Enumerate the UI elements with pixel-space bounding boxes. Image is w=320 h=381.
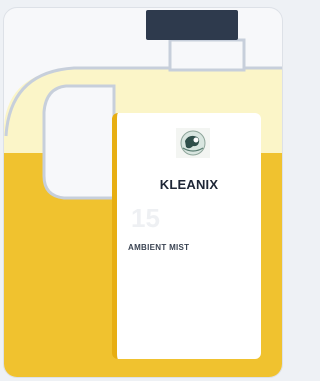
- product-card[interactable]: KLEANIX 15 AMBIENT MIST: [3, 7, 283, 378]
- product-label: KLEANIX 15 AMBIENT MIST: [112, 113, 261, 359]
- scent-name: AMBIENT MIST: [128, 243, 190, 252]
- volume-number: 15: [131, 203, 160, 233]
- globe-emblem-icon: [176, 128, 210, 158]
- bottle-neck: [168, 38, 246, 72]
- bottle-cap-icon: [146, 10, 238, 40]
- brand-name: KLEANIX: [159, 177, 219, 192]
- bottle-handle-icon: [42, 84, 116, 200]
